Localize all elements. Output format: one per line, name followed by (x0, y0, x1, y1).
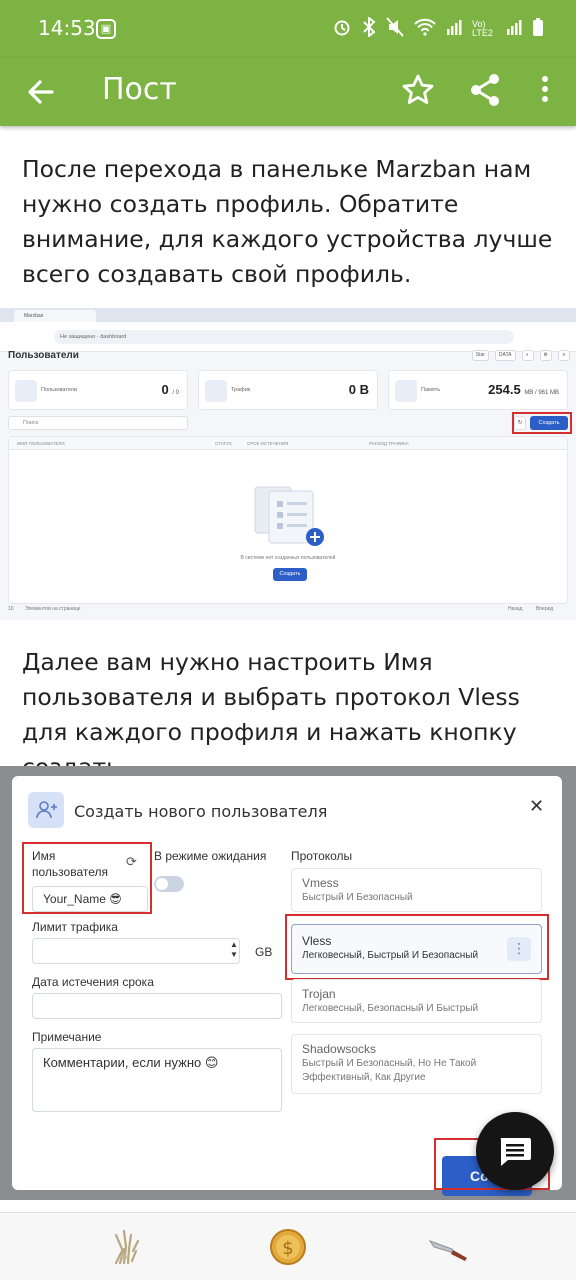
knife-icon[interactable] (426, 1223, 474, 1271)
users-icon (15, 380, 37, 402)
protocol-name: Shadowsocks (302, 1042, 377, 1056)
battery-icon (532, 17, 544, 42)
memory-icon (395, 380, 417, 402)
column-header: СТАТУС (215, 441, 233, 446)
signal-icon (446, 17, 462, 42)
browser-address-bar: Не защищено · dashboard (0, 322, 576, 352)
browser-tabbar: Marzban (0, 308, 576, 322)
column-header: РАСХОД ТРАФИКА (369, 441, 409, 446)
share-icon (471, 74, 499, 106)
status-icons: Vo) LTE2 (332, 15, 544, 42)
wifi-icon (414, 17, 436, 42)
card-label: Пользователи (41, 387, 77, 393)
note-textarea: Комментарии, если нужно 😊 (32, 1048, 282, 1112)
empty-state-illustration (254, 486, 324, 546)
column-header: ИМЯ ПОЛЬЗОВАТЕЛЯ (17, 441, 65, 446)
settings-icon: ⚙ (539, 350, 552, 361)
protocol-desc: Быстрый И Безопасный (302, 892, 413, 903)
add-user-icon (28, 792, 64, 828)
signal-icon-2 (506, 17, 522, 42)
card-value: 0 / 0 (161, 382, 179, 397)
modal-title: Создать нового пользователя (74, 802, 328, 821)
standby-toggle (154, 876, 184, 892)
users-search-input: Поиск (8, 416, 188, 430)
empty-create-button: Создать (273, 568, 307, 581)
column-header: СРОК ИСТЕЧЕНИЯ (247, 441, 289, 446)
standby-label: В режиме ожидания (154, 849, 267, 863)
card-label: Память (421, 387, 441, 393)
highlight-box (512, 412, 572, 434)
protocol-shadowsocks: Shadowsocks Быстрый И Безопасный, Но Не … (291, 1034, 542, 1094)
protocol-desc: Легковесный, Безопасный И Быстрый (302, 1003, 479, 1014)
empty-state-text: В системе нет созданных пользователей (240, 555, 336, 561)
protocol-name: Vmess (302, 876, 339, 890)
status-bar: 14:53 ▣ Vo) LTE2 (0, 0, 576, 58)
users-card: Пользователи 0 / 0 (8, 370, 188, 410)
protocol-name: Trojan (302, 987, 336, 1001)
network-type: Vo) LTE2 (472, 19, 493, 38)
alarm-icon (332, 17, 352, 42)
status-time: 14:53 (38, 16, 96, 40)
browser-tab: Marzban (14, 310, 96, 322)
username-highlight (22, 842, 152, 914)
protocol-trojan: Trojan Легковесный, Безопасный И Быстрый (291, 979, 542, 1023)
per-page-select: 10 (8, 606, 14, 612)
traffic-unit: GB (255, 945, 273, 959)
marzban-users-screenshot: Marzban Не защищено · dashboard Пользова… (0, 308, 576, 620)
chat-icon (500, 1138, 531, 1166)
card-label: Трафик (231, 387, 251, 393)
per-page-label: Элементов на странице (24, 606, 81, 612)
header-buttons: Star DATA ◐ ⚙ ≡ (471, 350, 570, 361)
svg-text:$: $ (282, 1238, 293, 1259)
traffic-icon (205, 380, 227, 402)
prev-page: Назад (508, 606, 523, 612)
post-paragraph-1: После перехода в панельке Marzban нам ну… (22, 155, 553, 288)
app-bar: Пост (0, 58, 576, 126)
star-icon (402, 74, 434, 104)
protocol-desc: Быстрый И Безопасный, Но Не Такой Эффект… (302, 1058, 477, 1083)
gallery-notification-icon: ▣ (96, 19, 116, 39)
traffic-limit-input (32, 938, 240, 964)
memory-card: Память 254.5 MB / 961 MB (388, 370, 568, 410)
theme-icon: ◐ (521, 350, 534, 361)
page-title: Пост (102, 72, 177, 107)
next-page: Вперед (536, 606, 554, 612)
bluetooth-icon (362, 15, 376, 42)
github-button: Star (471, 350, 489, 361)
donate-button: DATA (494, 350, 516, 361)
back-button[interactable] (22, 72, 62, 112)
arrow-back-icon (28, 80, 54, 104)
comments-fab[interactable] (476, 1112, 554, 1190)
gold-coin-icon[interactable]: $ (264, 1223, 312, 1271)
share-button[interactable] (466, 70, 506, 110)
protocol-vmess: Vmess Быстрый И Безопасный (291, 868, 542, 912)
users-table: ИМЯ ПОЛЬЗОВАТЕЛЯ СТАТУС СРОК ИСТЕЧЕНИЯ Р… (8, 436, 568, 604)
favorite-button[interactable] (398, 70, 438, 110)
table-header: ИМЯ ПОЛЬЗОВАТЕЛЯ СТАТУС СРОК ИСТЕЧЕНИЯ Р… (9, 437, 567, 450)
skeleton-hand-icon[interactable] (102, 1223, 150, 1271)
expire-input (32, 993, 282, 1019)
post-paragraph-2: Далее вам нужно настроить Имя пользовате… (22, 648, 520, 781)
card-value: 0 B (348, 382, 369, 397)
users-page-title: Пользователи (8, 350, 79, 361)
stepper-icon: ▲ ▼ (230, 940, 238, 959)
traffic-card: Трафик 0 B (198, 370, 378, 410)
note-label: Примечание (32, 1030, 102, 1044)
close-icon: ✕ (529, 796, 545, 816)
table-footer: 10 Элементов на странице Назад Вперед (8, 606, 568, 618)
menu-icon: ≡ (558, 350, 570, 361)
card-value: 254.5 MB / 961 MB (488, 382, 559, 397)
mute-icon (386, 16, 404, 42)
expire-label: Дата истечения срока (32, 975, 154, 989)
more-vertical-icon (542, 76, 548, 102)
bottom-bar: $ (0, 1212, 576, 1280)
browser-url: Не защищено · dashboard (54, 330, 514, 344)
traffic-limit-label: Лимит трафика (32, 920, 118, 934)
more-options-button[interactable] (530, 70, 560, 110)
protocols-label: Протоколы (291, 849, 353, 863)
vless-highlight (285, 914, 549, 980)
